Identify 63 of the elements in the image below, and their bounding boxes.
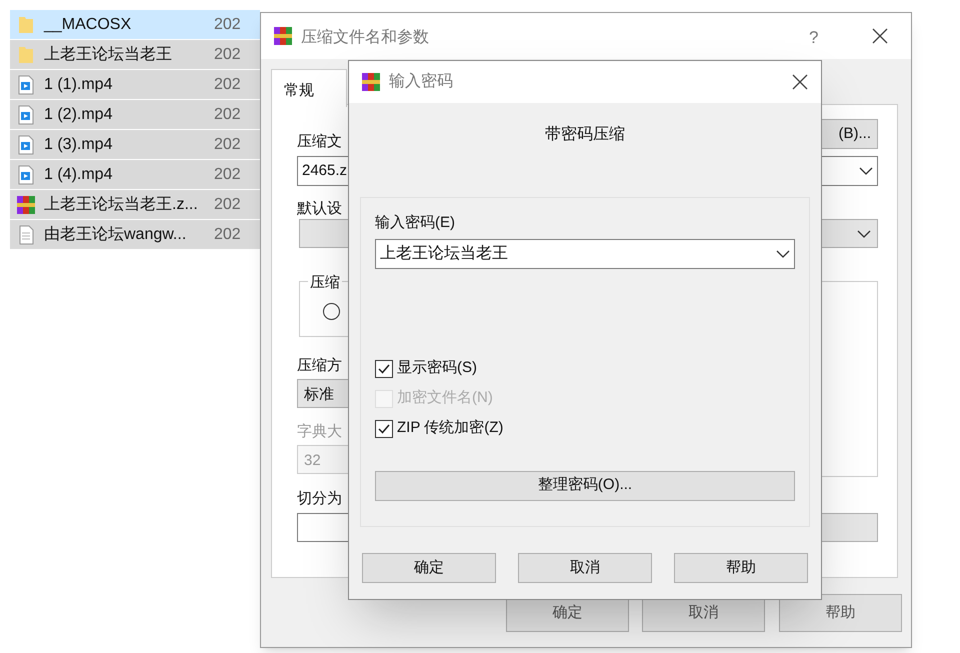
file-name: 上老王论坛当老王	[44, 44, 173, 64]
file-name: 1 (4).mp4	[44, 164, 114, 184]
file-date: 202	[214, 74, 241, 94]
file-name: 1 (1).mp4	[44, 74, 114, 94]
video-file-icon	[16, 134, 36, 154]
checkbox-option[interactable]: 显示密码(S)	[375, 356, 477, 380]
file-row[interactable]: 1 (4).mp4 202	[10, 160, 260, 190]
file-date: 202	[214, 134, 241, 154]
field-label: 字典大	[297, 422, 342, 442]
checkbox-option[interactable]: ZIP 传统加密(Z)	[375, 416, 504, 440]
checkmark-icon	[377, 422, 391, 436]
field-label: 压缩方	[297, 356, 342, 376]
organize-button[interactable]: 整理密码(O)...	[375, 470, 795, 500]
field-label: 默认设	[297, 199, 342, 219]
file-date: 202	[214, 44, 241, 64]
folder-icon	[16, 14, 36, 34]
chevron-icon	[859, 166, 873, 176]
dialog-button[interactable]: 帮助	[674, 553, 808, 583]
file-date: 202	[214, 104, 241, 124]
dialog-button[interactable]: 帮助	[779, 594, 902, 632]
chevron-icon	[776, 248, 790, 258]
file-row[interactable]: 由老王论坛wangw... 202	[10, 220, 260, 250]
field-label: 压缩文	[297, 132, 342, 152]
chevron-icon	[857, 228, 871, 238]
checkbox[interactable]	[375, 420, 393, 438]
file-name: 上老王论坛当老王.z...	[44, 194, 199, 214]
file-date: 202	[214, 14, 241, 34]
file-name: 1 (2).mp4	[44, 104, 114, 124]
window-title: 输入密码	[389, 72, 454, 92]
file-name: 由老王论坛wangw...	[44, 224, 188, 244]
help-button[interactable]: ?	[809, 25, 818, 50]
folder-icon	[16, 44, 36, 64]
file-row[interactable]: 上老王论坛当老王 202	[10, 40, 260, 70]
video-file-icon	[16, 74, 36, 94]
file-row[interactable]: 1 (2).mp4 202	[10, 100, 260, 130]
window-title: 压缩文件名和参数	[301, 28, 429, 48]
app-logo-icon	[361, 72, 381, 92]
tab[interactable]: 常规	[271, 69, 347, 107]
file-row[interactable]: __MACOSX 202	[10, 10, 260, 40]
checkmark-icon	[377, 362, 391, 376]
video-file-icon	[16, 104, 36, 124]
file-date: 202	[214, 194, 241, 214]
dialog-button[interactable]: 取消	[518, 553, 652, 583]
file-row[interactable]: 1 (3).mp4 202	[10, 130, 260, 160]
dialog-heading: 带密码压缩	[545, 124, 625, 145]
field-label: 切分为	[297, 489, 342, 509]
password-field[interactable]: 上老王论坛当老王	[375, 238, 795, 268]
app-logo-icon	[273, 26, 293, 46]
file-row[interactable]: 1 (1).mp4 202	[10, 70, 260, 100]
file-name: 1 (3).mp4	[44, 134, 114, 154]
video-file-icon	[16, 164, 36, 184]
file-date: 202	[214, 224, 241, 244]
field-value: 2465.z	[302, 160, 348, 181]
checkbox[interactable]	[375, 360, 393, 378]
field-value: 上老王论坛当老王	[380, 244, 508, 264]
file-name: __MACOSX	[44, 14, 132, 34]
close-icon[interactable]	[871, 27, 889, 45]
archive-icon	[16, 194, 36, 214]
dialog-button[interactable]: 确定	[362, 553, 496, 583]
close-icon[interactable]	[791, 73, 809, 91]
file-date: 202	[214, 164, 241, 184]
field-label: 输入密码(E)	[375, 213, 455, 233]
file-row[interactable]: 上老王论坛当老王.z... 202	[10, 190, 260, 220]
